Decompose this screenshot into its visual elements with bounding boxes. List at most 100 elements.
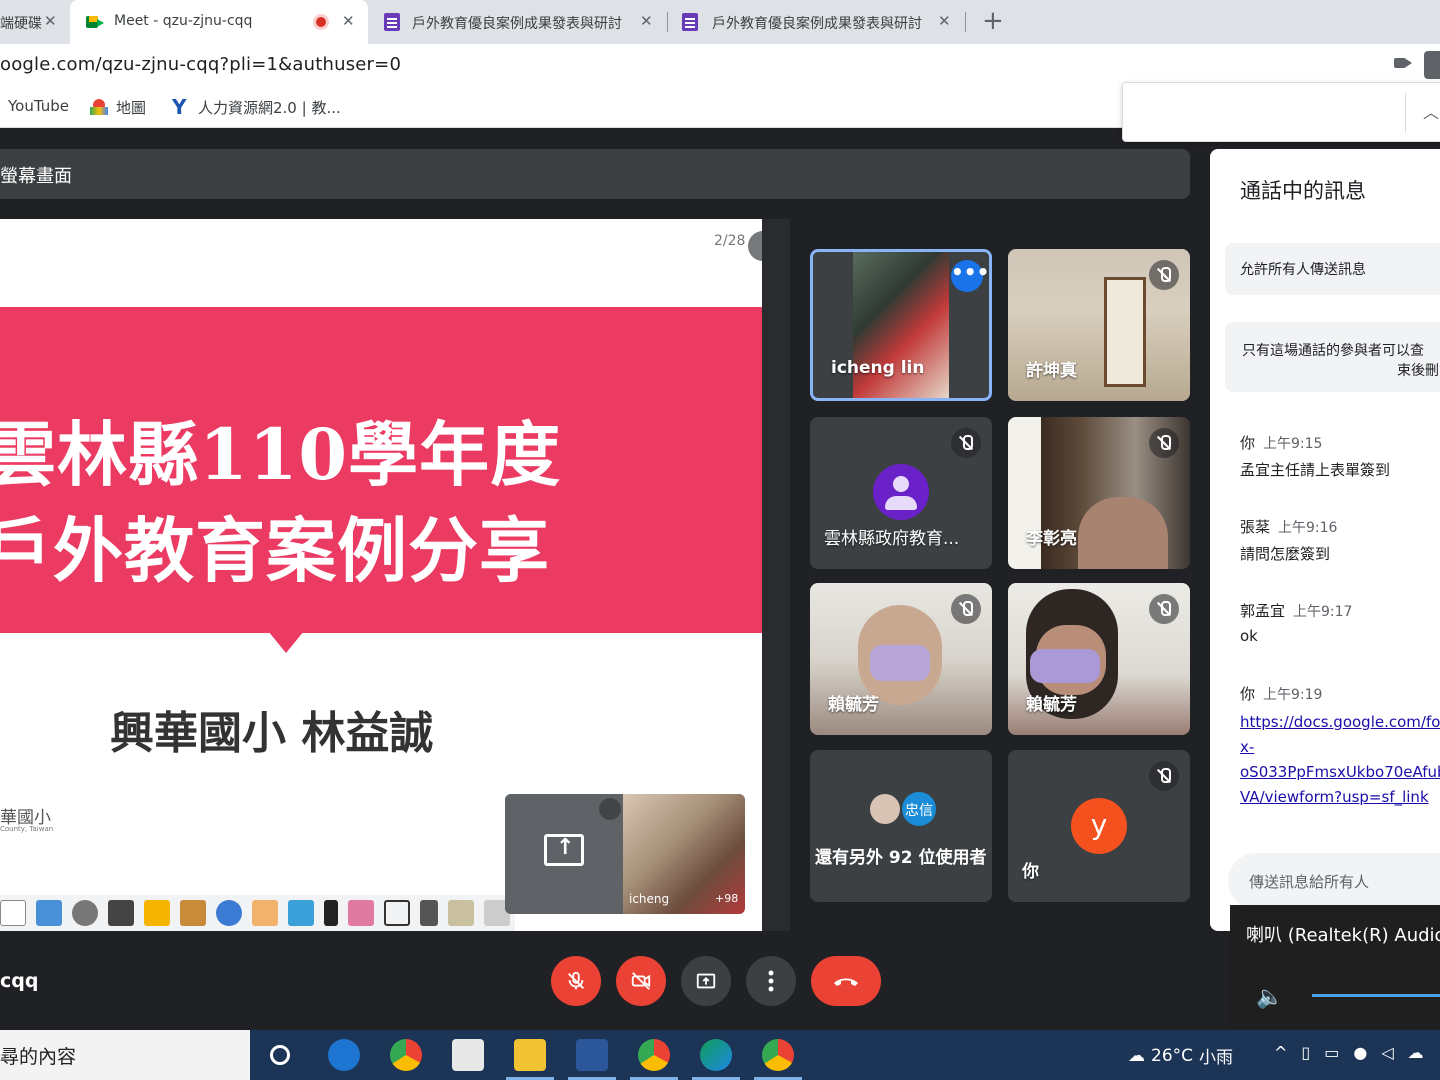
link-line[interactable]: oS033PpFmsxUkbo70eAfub <box>1240 760 1440 785</box>
volume-slider[interactable] <box>1312 994 1440 997</box>
taskbar-search[interactable]: 尋的內容 <box>0 1030 250 1080</box>
globe-tool-icon[interactable] <box>216 900 242 926</box>
chat-message: 你上午9:19 https://docs.google.com/fo x- oS… <box>1240 683 1440 810</box>
chat-message: 郭孟宜 上午9:17 ok <box>1240 600 1440 645</box>
more-vert-icon <box>768 970 774 992</box>
chrome-profile-icon[interactable] <box>638 1039 670 1071</box>
bookmark-maps[interactable]: 地圖 <box>90 97 146 118</box>
mask-detail <box>1030 649 1100 683</box>
present-screen-icon <box>544 834 584 866</box>
text-tool-icon[interactable] <box>420 900 438 926</box>
pen-tool-icon[interactable] <box>324 900 338 926</box>
tab-title: 戶外教育優良案例成果發表與研討 <box>412 16 622 32</box>
chrome-icon[interactable] <box>390 1039 422 1071</box>
camera-toggle-button[interactable] <box>616 956 666 1006</box>
calendar-app-icon[interactable] <box>452 1039 484 1071</box>
undo-icon[interactable] <box>448 900 474 926</box>
more-options-button[interactable] <box>746 956 796 1006</box>
allow-everyone-toggle[interactable]: 允許所有人傳送訊息 <box>1225 243 1440 295</box>
ie-icon[interactable] <box>328 1039 360 1071</box>
hang-up-icon <box>834 978 858 986</box>
close-tab-icon[interactable]: ✕ <box>938 12 951 30</box>
cortana-icon[interactable] <box>270 1045 290 1065</box>
participant-tile[interactable]: 許坤真 <box>1008 249 1190 401</box>
new-tab-icon[interactable]: + <box>982 6 1004 36</box>
word-icon[interactable] <box>576 1039 608 1071</box>
participant-name: 李彰亮 <box>1026 529 1077 549</box>
camera-tool-icon[interactable] <box>72 900 98 926</box>
note-tool-icon[interactable] <box>36 900 62 926</box>
participant-tile[interactable]: 雲林縣政府教育... <box>810 417 992 569</box>
message-time: 上午9:17 <box>1293 604 1353 620</box>
tab-forms-2[interactable]: 戶外教育優良案例成果發表與研討 ✕ <box>668 0 964 44</box>
extension-icon[interactable] <box>1424 51 1440 79</box>
presentation-label: 螢幕畫面 <box>0 166 72 187</box>
rectangle-tool-icon[interactable] <box>384 900 410 926</box>
arrow-tool-icon[interactable] <box>0 900 26 926</box>
url-text[interactable]: oogle.com/qzu-zjnu-cqq?pli=1&authuser=0 <box>0 54 401 75</box>
volume-tray-icon[interactable]: ◁ <box>1381 1043 1393 1062</box>
link-line[interactable]: https://docs.google.com/fo <box>1240 710 1440 735</box>
hand-tool-icon[interactable] <box>252 900 278 926</box>
tab-forms-1[interactable]: 戶外教育優良案例成果發表與研討 ✕ <box>370 0 666 44</box>
eraser-tool-icon[interactable] <box>348 900 374 926</box>
chat-message: 張棻 上午9:16 請問怎麼簽到 <box>1240 516 1440 564</box>
file-explorer-icon[interactable] <box>514 1039 546 1071</box>
message-link[interactable]: https://docs.google.com/fo x- oS033PpFms… <box>1240 710 1440 810</box>
message-text: ok <box>1240 627 1258 645</box>
message-time: 上午9:19 <box>1263 687 1323 703</box>
bookmark-label: 人力資源網2.0 | 教... <box>198 99 341 117</box>
meeting-code: cqq <box>0 970 39 992</box>
bookmark-hr[interactable]: 人力資源網2.0 | 教... <box>170 95 341 119</box>
close-tab-icon[interactable]: ✕ <box>44 12 57 30</box>
self-preview-tile[interactable]: icheng +98 <box>505 794 745 914</box>
school-logo-subtext: County, Taiwan <box>0 825 54 833</box>
tablet-icon[interactable]: ▯ <box>1301 1043 1310 1062</box>
message-sender: 你 <box>1240 434 1256 452</box>
message-sender: 郭孟宜 <box>1240 602 1286 620</box>
mic-tray-icon[interactable]: ● <box>1353 1043 1367 1062</box>
leave-call-button[interactable] <box>811 956 881 1006</box>
dropdown-popup[interactable]: ︿ <box>1122 82 1440 142</box>
tab-title: 戶外教育優良案例成果發表與研討 <box>712 16 922 32</box>
camera-in-use-icon[interactable] <box>1394 58 1406 68</box>
message-text: 請問怎麼簽到 <box>1240 545 1331 563</box>
tray-caret-icon[interactable]: ^ <box>1274 1043 1287 1062</box>
mic-toggle-button[interactable] <box>551 956 601 1006</box>
folder-tool-icon[interactable] <box>144 900 170 926</box>
bookmark-youtube[interactable]: YouTube <box>8 97 69 115</box>
box-tool-icon[interactable] <box>180 900 206 926</box>
others-tile[interactable]: 忠信 還有另外 92 位使用者 <box>810 750 992 902</box>
audio-device-name: 喇叭 (Realtek(R) Audio) <box>1246 925 1440 946</box>
mask-detail <box>870 645 930 681</box>
chevron-up-icon[interactable]: ︿ <box>1423 99 1439 123</box>
move-tool-icon[interactable] <box>108 900 134 926</box>
address-bar[interactable]: oogle.com/qzu-zjnu-cqq?pli=1&authuser=0 <box>0 44 1440 86</box>
participant-tile[interactable]: 賴毓芳 <box>810 583 992 735</box>
tab-meet[interactable]: Meet - qzu-zjnu-cqq ✕ <box>70 0 368 44</box>
mic-off-icon <box>568 971 584 990</box>
present-now-button[interactable] <box>681 956 731 1006</box>
link-line[interactable]: VA/viewform?usp=sf_link <box>1240 785 1440 810</box>
participant-tile[interactable]: 李彰亮 <box>1008 417 1190 569</box>
chat-input[interactable]: 傳送訊息給所有人 <box>1228 853 1440 909</box>
weather-widget[interactable]: ☁ 26°C 小雨 <box>1128 1043 1233 1069</box>
more-options-icon[interactable]: ••• <box>951 260 989 292</box>
message-text: 孟宜主任請上表單簽到 <box>1240 461 1391 479</box>
self-tile[interactable]: y 你 <box>1008 750 1190 902</box>
close-tab-icon[interactable]: ✕ <box>640 12 653 30</box>
tab-drive[interactable]: 端硬碟 ✕ <box>0 0 68 44</box>
chrome-profile-icon[interactable] <box>762 1039 794 1071</box>
present-screen-icon <box>696 973 716 989</box>
speaker-icon[interactable]: 🔈 <box>1256 985 1283 1010</box>
select-tool-icon[interactable] <box>288 900 314 926</box>
link-line[interactable]: x- <box>1240 735 1440 760</box>
participant-tile[interactable]: ••• icheng lin <box>810 249 992 401</box>
onedrive-icon[interactable]: ☁ <box>1408 1043 1424 1062</box>
participant-tile[interactable]: 賴毓芳 <box>1008 583 1190 735</box>
edge-icon[interactable] <box>700 1039 732 1071</box>
chat-title: 通話中的訊息 <box>1240 179 1366 203</box>
network-icon[interactable]: ▭ <box>1324 1043 1339 1062</box>
recording-indicator-icon <box>313 14 329 30</box>
close-tab-icon[interactable]: ✕ <box>342 12 355 30</box>
